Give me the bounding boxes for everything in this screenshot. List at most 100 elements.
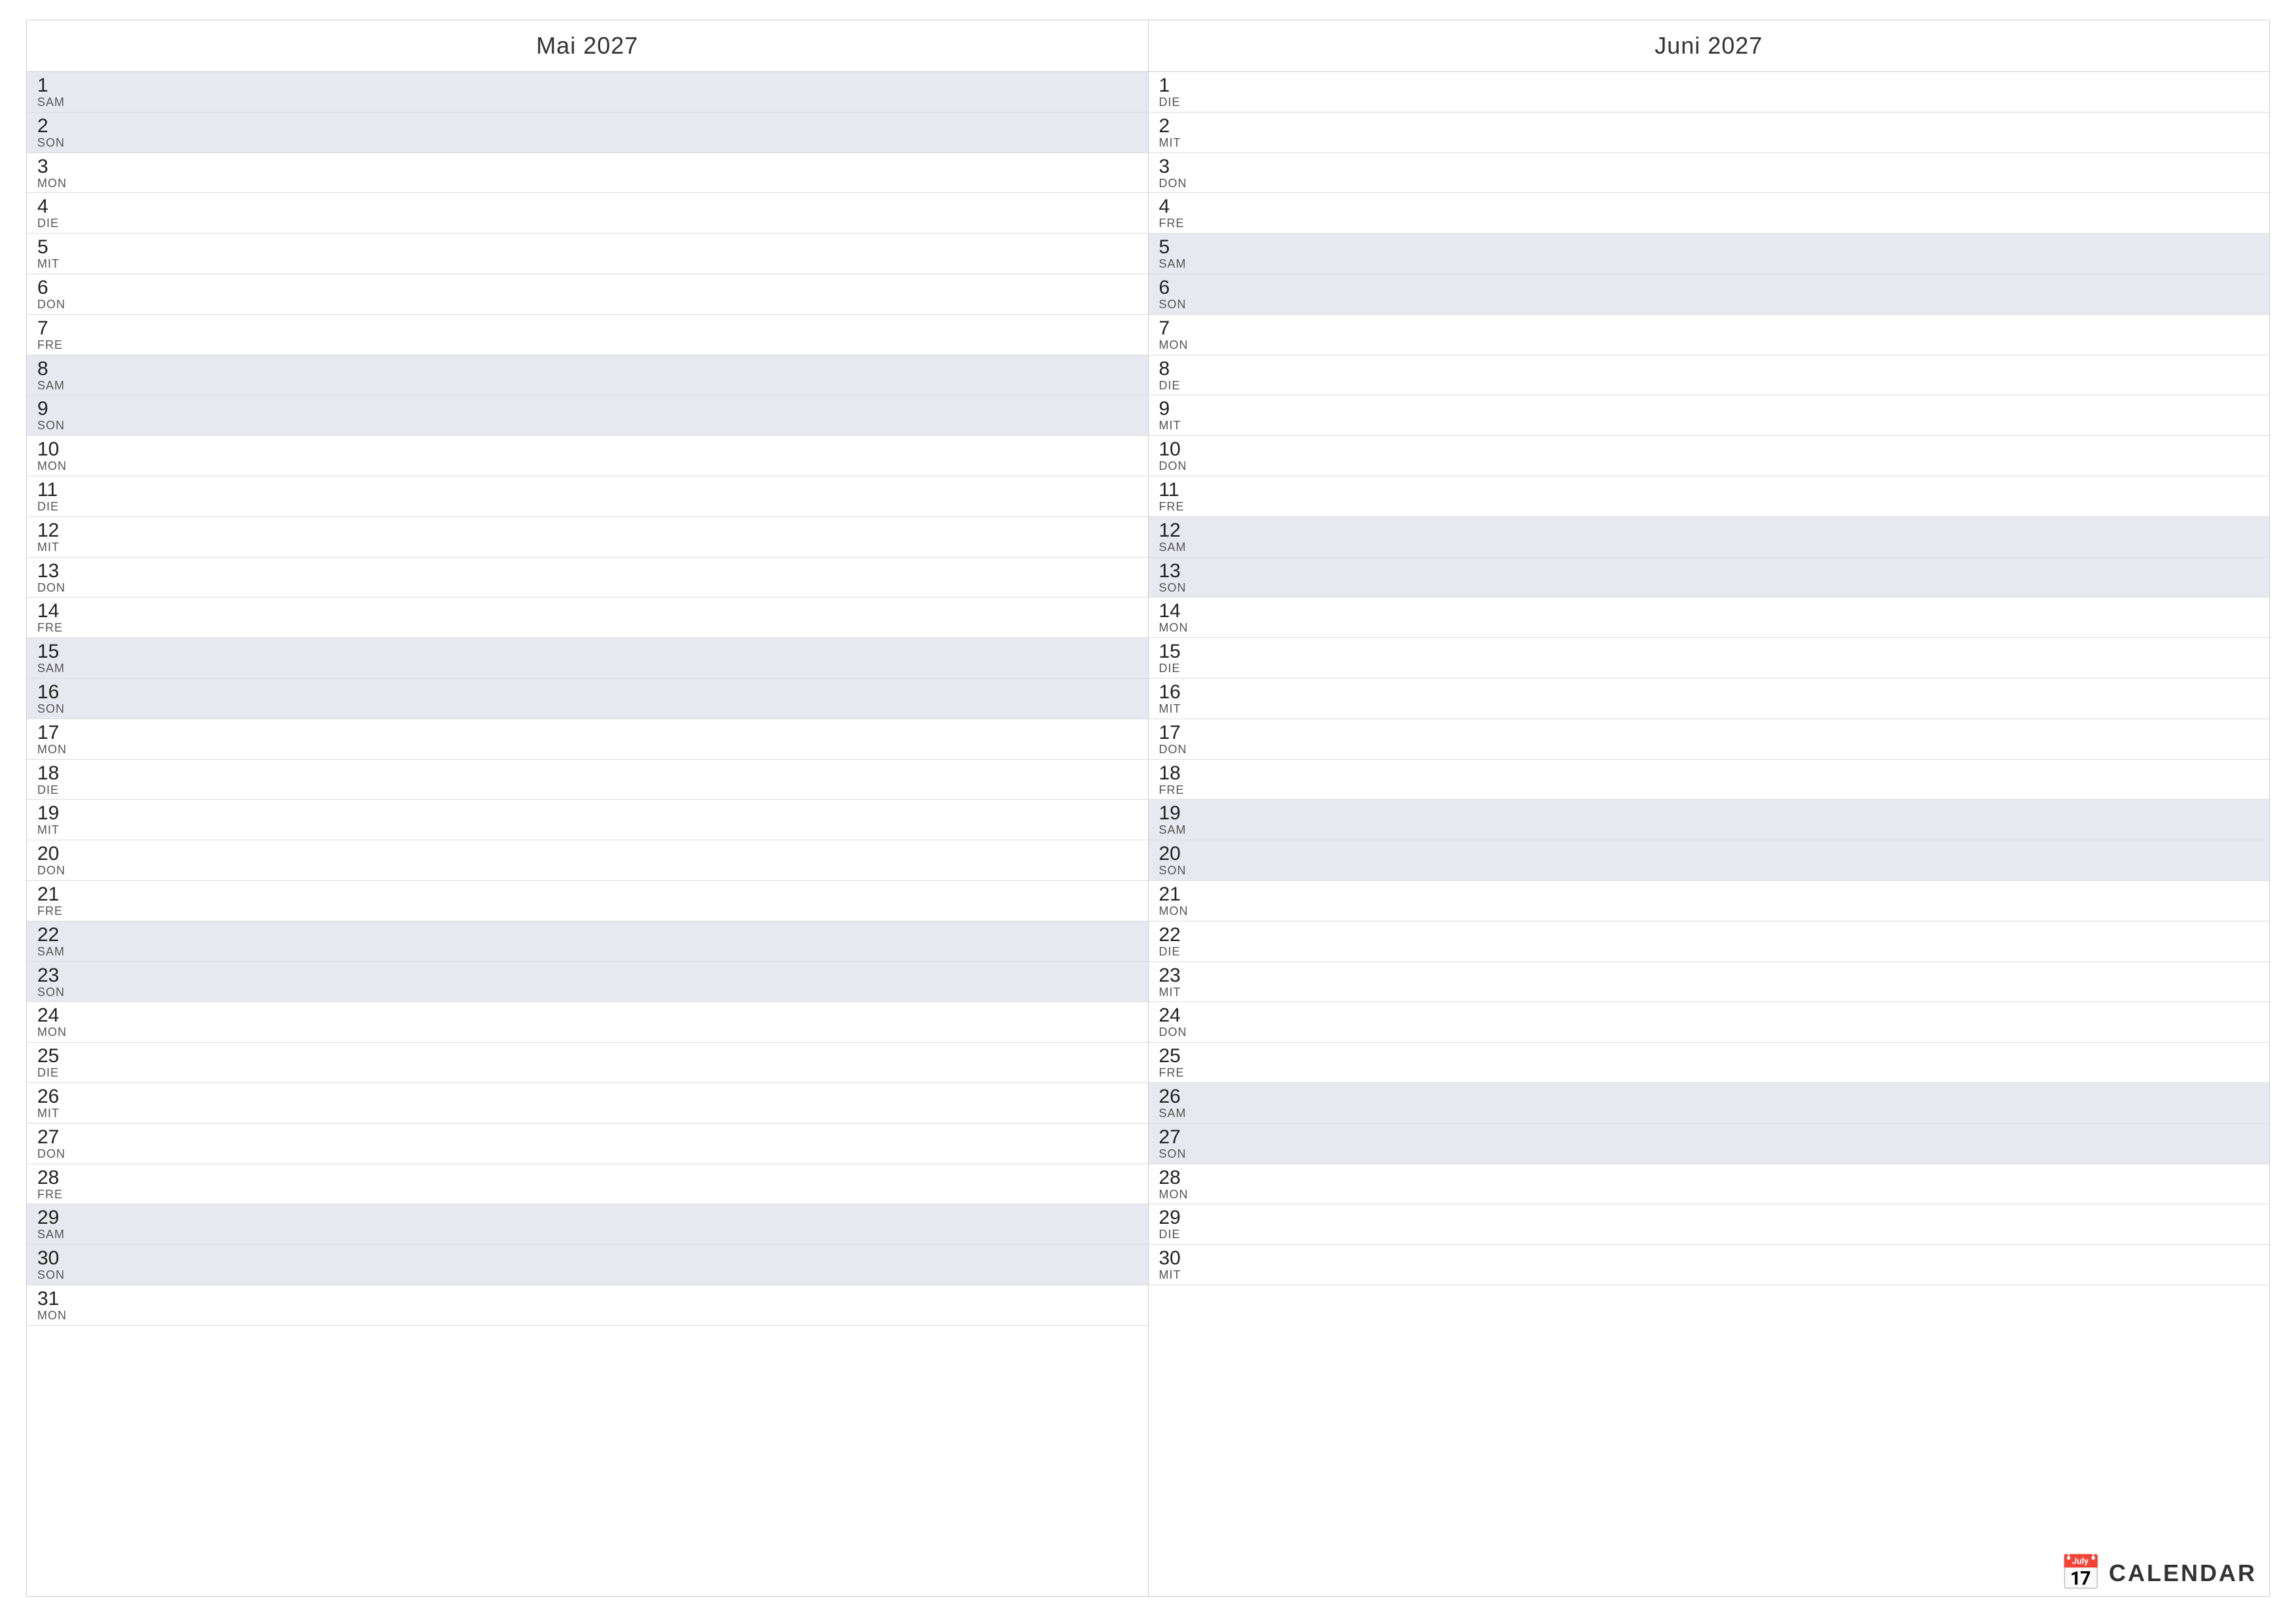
day-number: 31 [37, 1288, 90, 1310]
day-number: 30 [37, 1247, 90, 1269]
day-number: 10 [37, 438, 90, 460]
day-name: MIT [1159, 1269, 1211, 1282]
day-name: MON [37, 743, 90, 757]
day-number: 28 [1159, 1167, 1211, 1188]
day-number: 21 [37, 883, 90, 905]
day-name: DON [1159, 460, 1211, 473]
day-row: 20SON [1149, 840, 2270, 881]
day-number-block: 21MON [1159, 883, 1211, 918]
day-number: 5 [1159, 236, 1211, 258]
day-number-block: 5SAM [1159, 236, 1211, 271]
day-name: SAM [37, 946, 90, 959]
day-number-block: 17DON [1159, 722, 1211, 757]
calendar-logo-icon: 📅 [2060, 1556, 2102, 1590]
day-number: 2 [1159, 115, 1211, 137]
day-row: 21FRE [27, 881, 1148, 921]
day-number-block: 14FRE [37, 600, 90, 635]
day-row: 8DIE [1149, 355, 2270, 396]
day-number: 19 [37, 802, 90, 824]
day-number: 25 [1159, 1045, 1211, 1067]
day-number: 17 [1159, 722, 1211, 743]
day-number: 10 [1159, 438, 1211, 460]
day-number-block: 1SAM [37, 75, 90, 109]
day-row: 13SON [1149, 558, 2270, 598]
day-number: 29 [37, 1207, 90, 1228]
day-name: DON [37, 298, 90, 312]
day-row: 28MON [1149, 1164, 2270, 1205]
day-number: 22 [1159, 924, 1211, 946]
day-name: MIT [37, 1107, 90, 1120]
logo-area: 📅 CALENDAR [2060, 1556, 2257, 1590]
day-row: 24MON [27, 1002, 1148, 1043]
day-row: 17MON [27, 719, 1148, 760]
month-header-0: Mai 2027 [27, 20, 1148, 72]
day-name: MON [37, 177, 90, 190]
day-row: 26MIT [27, 1083, 1148, 1124]
day-number-block: 29DIE [1159, 1207, 1211, 1241]
day-row: 10MON [27, 436, 1148, 476]
day-number: 1 [1159, 75, 1211, 96]
day-row: 27DON [27, 1124, 1148, 1164]
day-name: FRE [1159, 784, 1211, 797]
day-number-block: 22SAM [37, 924, 90, 959]
day-number-block: 6DON [37, 277, 90, 312]
day-number-block: 3MON [37, 156, 90, 190]
day-number: 12 [37, 520, 90, 541]
day-number: 1 [37, 75, 90, 96]
day-row: 23MIT [1149, 962, 2270, 1003]
day-name: MIT [1159, 986, 1211, 999]
day-number: 19 [1159, 802, 1211, 824]
day-number-block: 17MON [37, 722, 90, 757]
day-number-block: 23SON [37, 965, 90, 999]
day-name: DIE [1159, 946, 1211, 959]
day-row: 14MON [1149, 597, 2270, 638]
day-number-block: 9SON [37, 398, 90, 433]
day-number: 6 [37, 277, 90, 298]
day-name: DIE [37, 1067, 90, 1080]
day-row: 25FRE [1149, 1043, 2270, 1083]
day-row: 6SON [1149, 274, 2270, 315]
day-number: 8 [37, 358, 90, 380]
day-name: SON [1159, 298, 1211, 312]
day-row: 3DON [1149, 153, 2270, 194]
day-number: 18 [37, 762, 90, 784]
day-row: 9MIT [1149, 395, 2270, 436]
day-number: 16 [1159, 681, 1211, 703]
day-name: DIE [37, 784, 90, 797]
day-number: 23 [1159, 965, 1211, 986]
day-row: 2SON [27, 113, 1148, 153]
day-number: 11 [1159, 479, 1211, 501]
day-name: FRE [37, 339, 90, 352]
day-number-block: 12SAM [1159, 520, 1211, 554]
day-number: 22 [37, 924, 90, 946]
day-number-block: 20DON [37, 843, 90, 878]
day-name: DIE [1159, 96, 1211, 109]
day-number-block: 11FRE [1159, 479, 1211, 514]
day-row: 29SAM [27, 1204, 1148, 1245]
day-row: 4FRE [1149, 193, 2270, 234]
day-name: MON [1159, 339, 1211, 352]
day-name: DIE [37, 501, 90, 514]
day-number: 17 [37, 722, 90, 743]
day-number-block: 29SAM [37, 1207, 90, 1241]
day-row: 3MON [27, 153, 1148, 194]
day-name: FRE [37, 1188, 90, 1202]
day-number: 24 [1159, 1005, 1211, 1026]
day-number-block: 13DON [37, 560, 90, 595]
day-name: MIT [1159, 137, 1211, 150]
day-number: 4 [37, 196, 90, 217]
day-name: SAM [1159, 1107, 1211, 1120]
day-name: FRE [1159, 217, 1211, 230]
day-name: DIE [1159, 662, 1211, 675]
day-number-block: 15SAM [37, 641, 90, 675]
day-number: 15 [37, 641, 90, 662]
day-number: 23 [37, 965, 90, 986]
day-row: 9SON [27, 395, 1148, 436]
day-number: 21 [1159, 883, 1211, 905]
day-row: 15DIE [1149, 638, 2270, 679]
day-name: MON [37, 1310, 90, 1323]
day-number-block: 15DIE [1159, 641, 1211, 675]
day-name: DIE [1159, 380, 1211, 393]
day-row: 22DIE [1149, 921, 2270, 962]
day-number-block: 1DIE [1159, 75, 1211, 109]
